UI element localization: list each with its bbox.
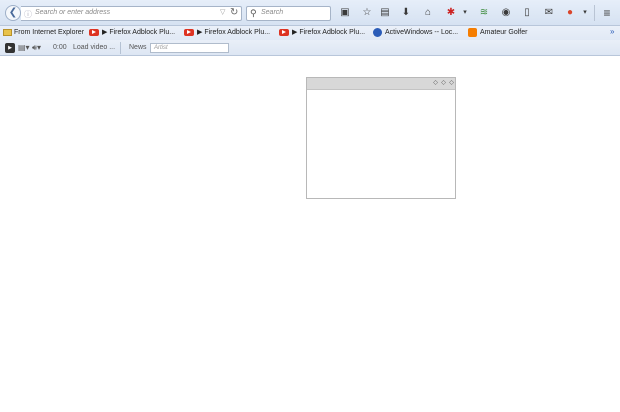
youtube-icon [89,28,99,36]
back-button[interactable]: ❮ [5,5,21,21]
youtube-icon [184,28,194,36]
youtube-icon [279,28,289,36]
bookmark-label: From Internet Explorer [14,29,85,36]
bookmark-item[interactable]: ▶ Firefox Adblock Plu... [279,27,365,39]
toolbar-divider [594,5,595,21]
chrome-icon[interactable]: ● [562,5,578,21]
news-button[interactable]: News [129,42,147,54]
download-icon[interactable]: ⬇ [398,5,414,21]
bookmark-item[interactable]: ▶ Firefox Adblock Plu... [89,27,175,39]
url-placeholder: Search or enter address [35,9,111,16]
panel-maximize-icon[interactable]: ◇ [440,80,447,87]
addon-dropdown-icon[interactable]: ▾ [457,5,473,21]
bookmarks-toolbar: From Internet Explorer ▶ Firefox Adblock… [0,26,620,40]
folder-icon [3,28,12,36]
url-bar[interactable]: ⓘ Search or enter address ▽ ↻ [21,6,242,21]
identity-icon[interactable]: ⓘ [24,9,32,20]
volume-icon[interactable]: 🔊︎▾ [32,42,41,54]
chrome-dropdown-icon[interactable]: ▾ [577,5,593,21]
bookmark-label: ▶ Firefox Adblock Plu... [197,29,271,36]
media-divider [120,42,121,54]
load-video-button[interactable]: Load video ... [73,42,115,54]
bookmark-label: ▶ Firefox Adblock Plu... [102,29,176,36]
panel-close-icon[interactable]: ◇ [448,80,455,87]
search-box[interactable]: ⚲ Search [246,6,331,21]
reload-icon[interactable]: ↻ [230,7,238,18]
colorful-addon-icon[interactable]: ≋ [476,5,492,21]
bookmarks-overflow-icon[interactable]: » [610,27,614,36]
artist-input[interactable]: Artist [150,43,229,53]
bookmark-label: ActiveWindows -- Loc... [385,29,459,36]
bookmark-item[interactable]: ▶ Firefox Adblock Plu... [184,27,270,39]
url-dropdown-icon[interactable]: ▽ [220,8,225,16]
bookmark-item[interactable]: Amateur Golfer [468,27,527,39]
home-icon[interactable]: ⌂ [420,5,436,21]
bookmark-label: ▶ Firefox Adblock Plu... [292,29,366,36]
panel-header[interactable]: ◇ ◇ ◇ [307,78,455,90]
media-toolbar: ▶ ▤▾ 🔊︎▾ 0:00 Load video ... News Artist [0,40,620,56]
bookmark-label: Amateur Golfer [480,29,528,36]
clipboard-icon[interactable]: ▤ [377,5,393,21]
navigation-toolbar: ❮ ⓘ Search or enter address ▽ ↻ ⚲ Search… [0,0,620,26]
menu-icon[interactable]: ≡ [599,5,615,21]
mail-icon[interactable]: ✉ [541,5,557,21]
player-logo-icon[interactable]: ▶ [5,43,15,53]
document-icon[interactable]: ▯ [519,5,535,21]
bookmark-item[interactable]: ActiveWindows -- Loc... [373,27,458,39]
panel-minimize-icon[interactable]: ◇ [432,80,439,87]
time-display: 0:00 [53,44,67,51]
blogger-icon [468,27,477,37]
search-placeholder: Search [261,9,284,16]
camera-icon[interactable]: ◉ [498,5,514,21]
floating-panel: ◇ ◇ ◇ [306,77,456,199]
activewindows-icon [373,27,382,37]
bookmark-star-icon[interactable]: ☆ [359,5,375,21]
artist-placeholder: Artist [154,45,168,51]
reader-view-icon[interactable]: ▣ [337,5,353,21]
search-icon: ⚲ [250,8,257,18]
playlist-icon[interactable]: ▤▾ [18,42,30,54]
bookmark-item[interactable]: From Internet Explorer [3,27,84,39]
